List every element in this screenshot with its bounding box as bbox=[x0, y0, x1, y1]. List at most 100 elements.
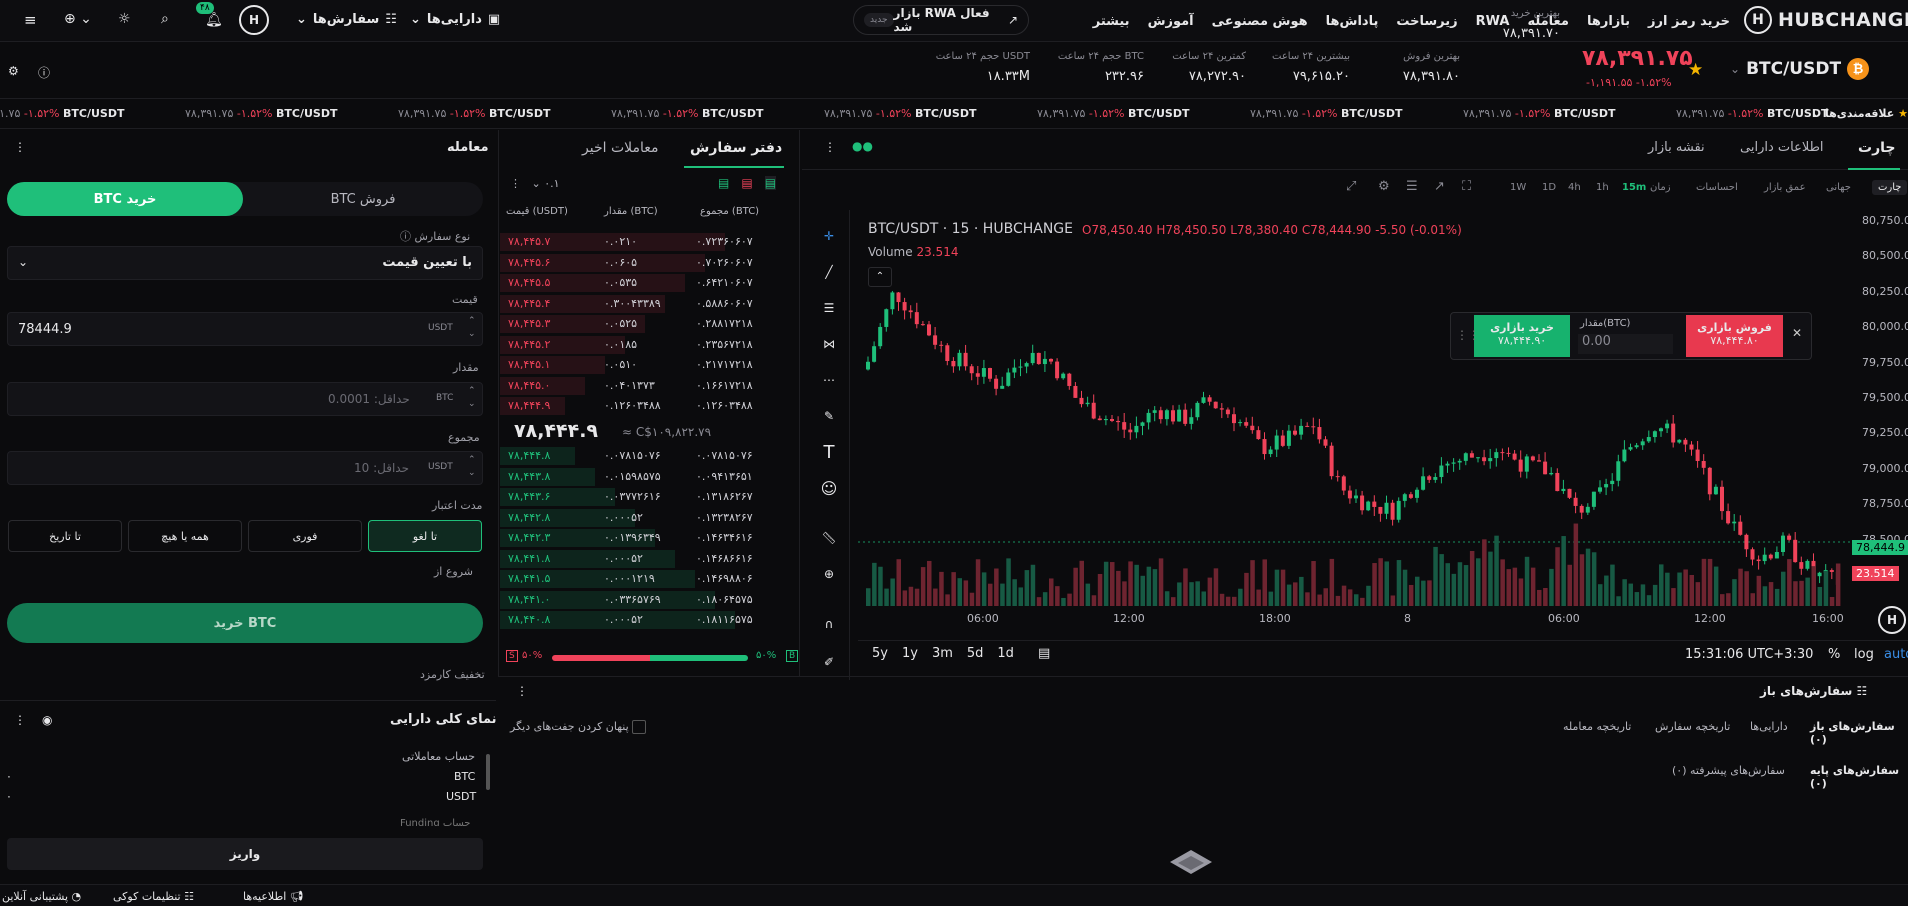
log-toggle[interactable]: log bbox=[1854, 647, 1874, 662]
menu-icon[interactable]: ≡ bbox=[24, 11, 37, 29]
chart-type-sentiment[interactable]: احساسات bbox=[1696, 182, 1738, 193]
orders-tab-trades[interactable]: تاریخچه معامله bbox=[1563, 720, 1631, 733]
fib-icon[interactable]: ☰ bbox=[813, 292, 845, 324]
globe-icon[interactable]: ⊕ ⌄ bbox=[64, 11, 92, 27]
submit-buy-button[interactable]: خرید BTC bbox=[7, 603, 483, 643]
pair-selector[interactable]: ⌄ BTC/USDT ₿ bbox=[1730, 58, 1870, 80]
chart-type-chart[interactable]: چارت bbox=[1872, 180, 1908, 195]
validity-fok[interactable]: همه یا هیچ bbox=[128, 520, 242, 552]
settings-icon[interactable]: ⚙ bbox=[1378, 179, 1390, 194]
deposit-button[interactable]: واریز bbox=[7, 838, 483, 870]
nav-ai[interactable]: هوش مصنوعی bbox=[1212, 14, 1308, 29]
orderbook-row[interactable]: ۰.۱۳۱۸۶۲۶۷ ۰.۰۳۷۷۲۶۱۶ ۷۸,۴۴۳.۶ bbox=[500, 487, 800, 507]
emoji-icon[interactable]: ☺ bbox=[813, 472, 845, 504]
collapse-icon[interactable]: ⌃ bbox=[868, 267, 892, 287]
nav-infra[interactable]: زیرساخت bbox=[1396, 14, 1457, 29]
percent-toggle[interactable]: % bbox=[1828, 647, 1840, 662]
orders-tab-open[interactable]: سفارش‌های باز (۰) bbox=[1810, 720, 1908, 746]
line-chart-icon[interactable]: ↗ bbox=[1434, 179, 1445, 194]
orderbook-row[interactable]: ۰.۱۴۶۹۸۸۰۶ ۰.۰۰۰۱۲۱۹ ۷۸,۴۴۱.۵ bbox=[500, 569, 800, 589]
footer-notices[interactable]: اطلاعیه‌ها 📢︎ bbox=[243, 890, 304, 903]
marquee-item[interactable]: ۷۸,۳۹۱.۷۵ -۱.۵۲% BTC/USDT bbox=[1676, 107, 1828, 120]
marquee-item[interactable]: ۷۸,۳۹۱.۷۵ -۱.۵۲% BTC/USDT bbox=[1037, 107, 1189, 120]
brand-logo[interactable]: H HUBCHANGE bbox=[1744, 6, 1908, 34]
marquee-item[interactable]: ۷۸,۳۹۱.۷۵ -۱.۵۲% BTC/USDT bbox=[1250, 107, 1402, 120]
orders-tab-history[interactable]: تاریخچه سفارش bbox=[1655, 720, 1730, 733]
price-chart[interactable] bbox=[858, 210, 1908, 630]
footer-cookies[interactable]: تنظیمات کوکی ☷ bbox=[113, 890, 194, 903]
sell-tab[interactable]: BTC فروش bbox=[243, 182, 483, 216]
range-5y[interactable]: 5y bbox=[872, 646, 888, 661]
hide-other-pairs-checkbox[interactable]: پنهان کردن جفت‌های دیگر bbox=[510, 720, 647, 734]
rwa-banner[interactable]: جدید بازار RWA فعال شد ↗ bbox=[853, 5, 1029, 35]
user-avatar[interactable]: H bbox=[239, 5, 269, 35]
tab-asset-info[interactable]: اطلاعات دارایی bbox=[1740, 140, 1824, 155]
range-1d[interactable]: 1d bbox=[997, 646, 1014, 661]
trendline-icon[interactable]: ╱ bbox=[813, 256, 845, 288]
quick-sell-button[interactable]: فروش بازاری ۷۸,۴۴۴.۸۰ bbox=[1686, 315, 1783, 357]
orderbook-row[interactable]: ۰.۲۱۷۱۷۲۱۸ ۰.۰۵۱۰ ۷۸,۴۴۵.۱ bbox=[500, 355, 800, 375]
quick-buy-button[interactable]: خرید بازاری ۷۸,۴۴۴.۹۰ bbox=[1474, 315, 1570, 357]
orderbook-row[interactable]: ۰.۷۰۲۶۰۶۰۷ ۰.۰۶۰۵ ۷۸,۴۴۵.۶ bbox=[500, 253, 800, 273]
marquee-item[interactable]: ۷۸,۳۹۱.۷۵ -۱.۵۲% BTC/USDT bbox=[185, 107, 337, 120]
range-1y[interactable]: 1y bbox=[902, 646, 918, 661]
buy-tab[interactable]: BTC خرید bbox=[7, 182, 243, 216]
orders-menu[interactable]: ⌄ سفارش‌ها ☷ bbox=[296, 12, 397, 27]
orderbook-row[interactable]: ۰.۰۷۸۱۵۰۷۶ ۰.۰۷۸۱۵۰۷۶ ۷۸,۴۴۴.۸ bbox=[500, 446, 800, 466]
tab-recent-trades[interactable]: معاملات اخیر bbox=[582, 140, 659, 156]
interval-1h[interactable]: 1h bbox=[1596, 182, 1609, 193]
more-icon[interactable]: ⋮ bbox=[14, 713, 26, 727]
nav-buy-crypto[interactable]: خرید رمز ارز bbox=[1648, 14, 1730, 29]
chart-type-depth[interactable]: عمق بازار bbox=[1764, 182, 1806, 193]
amount-input[interactable]: BTC حداقل: 0.0001 ⌃ ⌄ bbox=[7, 382, 483, 416]
interval-1d[interactable]: 1D bbox=[1542, 182, 1556, 193]
pattern-icon[interactable]: ⋈ bbox=[813, 328, 845, 360]
chart-type-world[interactable]: جهانی bbox=[1826, 182, 1851, 193]
orderbook-row[interactable]: ۰.۱۴۶۳۴۶۱۶ ۰.۰۱۳۹۶۳۴۹ ۷۸,۴۴۲.۳ bbox=[500, 528, 800, 548]
bell-icon[interactable]: 🔔︎ bbox=[205, 12, 223, 28]
search-icon[interactable]: ⌕ bbox=[161, 11, 169, 27]
template-icon[interactable]: ☰ bbox=[1406, 179, 1418, 194]
orderbook-row[interactable]: ۰.۱۶۶۱۷۲۱۸ ۰.۰۴۰۱۳۷۳ ۷۸,۴۴۵.۰ bbox=[500, 376, 800, 396]
settings-icon[interactable]: ⚙ bbox=[8, 64, 19, 78]
orderbook-row[interactable]: ۰.۶۴۲۱۰۶۰۷ ۰.۰۵۳۵ ۷۸,۴۴۵.۵ bbox=[500, 273, 800, 293]
validity-ioc[interactable]: فوری bbox=[248, 520, 362, 552]
orderbook-row[interactable]: ۰.۱۲۶۰۳۴۸۸ ۰.۱۲۶۰۳۴۸۸ ۷۸,۴۴۴.۹ bbox=[500, 396, 800, 416]
tab-chart[interactable]: چارت bbox=[1858, 140, 1895, 156]
validity-gtc[interactable]: تا لغو bbox=[368, 520, 482, 552]
more-icon[interactable]: ⋮ bbox=[14, 140, 26, 154]
fullscreen-icon[interactable]: ⤢ bbox=[1346, 179, 1356, 194]
order-type-select[interactable]: ⌄ با تعیین قیمت bbox=[7, 246, 483, 280]
calendar-icon[interactable]: ▤ bbox=[1038, 646, 1050, 661]
precision-select[interactable]: ⋮ ⌄ ۰.۱ bbox=[510, 177, 560, 190]
range-5d[interactable]: 5d bbox=[967, 646, 984, 661]
crosshair-icon[interactable]: ✛ bbox=[813, 220, 845, 252]
brush-icon[interactable]: ✎ bbox=[813, 400, 845, 432]
stepper-icon[interactable]: ⌃ ⌄ bbox=[468, 454, 476, 480]
stepper-icon[interactable]: ⌃ ⌄ bbox=[468, 315, 476, 341]
tab-orderbook[interactable]: دفتر سفارش bbox=[690, 140, 782, 156]
range-3m[interactable]: 3m bbox=[932, 646, 953, 661]
price-input[interactable]: 78444.9 USDT ⌃ ⌄ bbox=[7, 312, 483, 346]
assets-menu[interactable]: ⌄ دارایی‌ها ▣ bbox=[410, 12, 500, 27]
marquee-item[interactable]: ۷۸,۳۹۱.۷۵ -۱.۵۲% BTC/USDT bbox=[824, 107, 976, 120]
help-icon[interactable]: ⓘ bbox=[38, 64, 50, 81]
close-icon[interactable]: ✕ bbox=[1792, 326, 1802, 340]
orderbook-row[interactable]: ۰.۱۴۶۸۶۶۱۶ ۰.۰۰۰۵۲ ۷۸,۴۴۱.۸ bbox=[500, 549, 800, 569]
orderbook-row[interactable]: ۰.۷۲۳۶۰۶۰۷ ۰.۰۲۱۰ ۷۸,۴۴۵.۷ bbox=[500, 232, 800, 252]
marquee-item[interactable]: ۷۸,۳۹۱.۷۵ -۱.۵۲% BTC/USDT bbox=[398, 107, 550, 120]
zoom-in-icon[interactable]: ⊕ bbox=[813, 558, 845, 590]
interval-1w[interactable]: 1W bbox=[1510, 182, 1526, 193]
marquee-item[interactable]: ۷۸,۳۹۱.۷۵ -۱.۵۲% BTC/USDT bbox=[0, 107, 124, 120]
orders-sub-advanced[interactable]: سفارش‌های پیشرفته (۰) bbox=[1672, 764, 1785, 777]
eye-icon[interactable]: ◉ bbox=[42, 713, 52, 727]
more-icon[interactable]: ⋮ bbox=[516, 684, 528, 698]
orderbook-row[interactable]: ۰.۱۸۱۱۶۵۷۵ ۰.۰۰۰۵۲ ۷۸,۴۴۰.۸ bbox=[500, 610, 800, 630]
orderbook-row[interactable]: ۰.۲۸۸۱۷۲۱۸ ۰.۰۵۲۵ ۷۸,۴۴۵.۳ bbox=[500, 314, 800, 334]
total-input[interactable]: USDT حداقل: 10 ⌃ ⌄ bbox=[7, 451, 483, 485]
indicator-icon[interactable]: ⛶ bbox=[1462, 179, 1471, 194]
drag-handle-icon[interactable]: ⋮⋮ bbox=[1456, 328, 1480, 342]
scrollbar[interactable] bbox=[486, 754, 490, 790]
marquee-item[interactable]: ۷۸,۳۹۱.۷۵ -۱.۵۲% BTC/USDT bbox=[1463, 107, 1615, 120]
orders-tab-assets[interactable]: دارایی‌ها bbox=[1750, 720, 1788, 733]
